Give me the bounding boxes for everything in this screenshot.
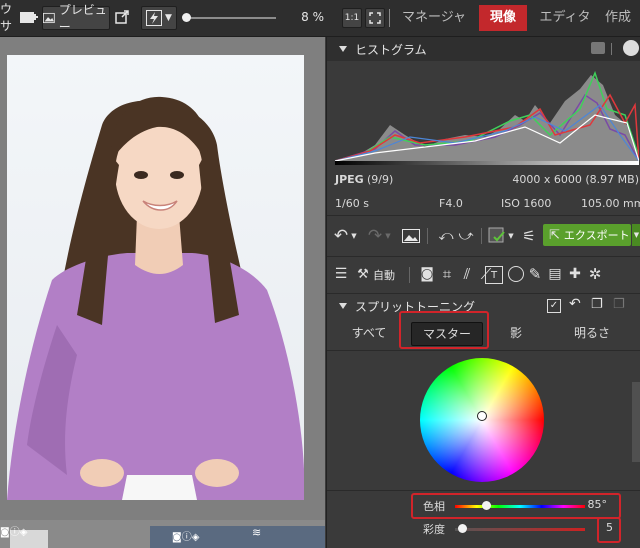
brush-icon[interactable]: ✎ [525,264,545,284]
image-dimensions: 4000 x 6000 (8.97 MB) [512,173,639,186]
file-count: (9/9) [367,173,394,186]
divider [611,43,612,55]
image-icon [43,12,55,24]
photo-preview[interactable] [7,55,304,500]
divider [327,256,640,257]
rotate-left-icon[interactable]: ⤺ [435,226,457,246]
chevron-down-icon[interactable]: ▼ [383,226,393,246]
histogram-title: ヒストグラム [355,43,427,57]
focal-length: 105.00 mm [581,197,640,210]
undo-icon[interactable]: ↶ [331,226,351,246]
divider [327,215,640,216]
actual-size-button[interactable]: 1:1 [342,8,362,28]
lightning-icon [146,10,163,26]
perspective-icon[interactable]: ⫽ [457,264,477,284]
toolbar-divider [389,9,390,27]
tone-gradient-bar [335,161,639,165]
highlight-box-master [399,311,489,349]
copy-icon[interactable]: ❐ [591,297,603,312]
collapse-triangle-icon[interactable] [339,303,347,309]
share-icon: ⇱ [549,227,560,243]
bandage-icon[interactable]: ✚ [565,264,585,284]
camera-icon[interactable] [591,42,605,54]
saturation-slider-handle[interactable] [457,524,467,533]
reset-icon[interactable]: ↶ [569,296,581,312]
text-icon[interactable]: T [485,266,503,284]
fit-screen-icon[interactable] [365,8,385,28]
zoom-slider-handle[interactable] [182,13,191,22]
thumbnail-info-icon: ◙ⓘ◈ [172,532,200,543]
export-dropdown-chevron-icon[interactable]: ▼ [632,224,640,246]
tab-manager[interactable]: マネージャー [397,5,471,51]
stack-icon: ≋ [252,526,262,539]
shutter-speed: 1/60 s [335,197,369,210]
histogram-graph [335,65,639,165]
export-label: エクスポート [563,229,630,242]
tab-highlights[interactable]: 明るさ [559,322,625,344]
saturation-value[interactable]: 5 [597,521,613,534]
hue-value[interactable]: 85° [563,498,608,511]
tab-develop[interactable]: 現像 [479,5,527,31]
divider [427,228,428,244]
settings-gear-icon[interactable] [623,40,639,56]
divider [327,490,640,491]
top-toolbar: ウサ プレビュー ▼ 8 % 1:1 マネージャー 現像 エディター 作成 [0,0,640,51]
save-check-icon[interactable] [487,226,507,246]
saturation-label: 彩度 [423,523,445,536]
settings-gear-icon[interactable]: ✲ [585,264,605,284]
portrait-image [7,55,304,500]
sliders-icon[interactable]: ☰ [331,264,351,284]
tab-editor[interactable]: エディター [535,5,595,51]
rotate-right-icon[interactable]: ⤻ [455,226,477,246]
toolbar-left-label: ウサ [0,2,13,33]
zoom-value: 8 % [301,10,324,24]
flash-dropdown[interactable]: ▼ [141,6,177,30]
panel-scrollbar[interactable] [632,382,640,462]
hue-label: 色相 [423,500,445,513]
saturation-slider[interactable] [455,528,585,531]
tab-all[interactable]: すべて [337,322,401,344]
color-picker-handle[interactable] [477,411,487,421]
chevron-down-icon[interactable]: ▼ [506,226,516,246]
crop-icon[interactable]: ⌗ [437,264,457,284]
paste-icon[interactable]: ❐ [613,297,625,312]
divider [409,267,410,283]
tab-create[interactable]: 作成 [605,5,640,31]
export-button[interactable]: ⇱ エクスポート [543,224,631,246]
divider [327,350,640,351]
collapse-triangle-icon[interactable] [339,46,347,52]
iso: ISO 1600 [501,197,552,210]
radial-filter-icon[interactable] [508,266,524,282]
redo-icon[interactable]: ↷ [365,226,385,246]
chevron-down-icon: ▼ [165,13,172,23]
adjust-sliders-icon[interactable]: ⚟ [519,226,539,246]
develop-panel: ヒストグラム JPEG (9/9) 4000 x 6000 (8.97 MB) … [326,37,640,548]
histogram-header[interactable]: ヒストグラム [327,37,640,61]
aperture: F4.0 [439,197,463,210]
auto-label[interactable]: 自動 [373,267,395,283]
enable-checkbox[interactable]: ✓ [547,299,561,313]
preview-label: プレビュー [58,3,107,34]
camera-icon[interactable]: ◙ [417,264,437,284]
magic-wand-icon[interactable]: ⚒ [355,264,371,284]
zoom-slider[interactable] [186,17,276,19]
filmstrip: ◙ⓘ◈ ◙ⓘ◈ ≋ [0,520,325,548]
tab-shadows[interactable]: 影 [491,322,541,344]
compare-image-icon[interactable] [401,227,421,245]
open-external-icon[interactable] [114,6,130,28]
thumbnail-camera-icon: ◙ⓘ◈ [0,527,28,538]
file-format: JPEG [335,173,364,186]
divider [481,228,482,244]
gradient-filter-icon[interactable]: ▤ [545,264,565,284]
preview-button[interactable]: プレビュー [42,3,110,34]
chevron-down-icon[interactable]: ▼ [349,226,359,246]
add-folder-icon[interactable] [16,6,42,28]
